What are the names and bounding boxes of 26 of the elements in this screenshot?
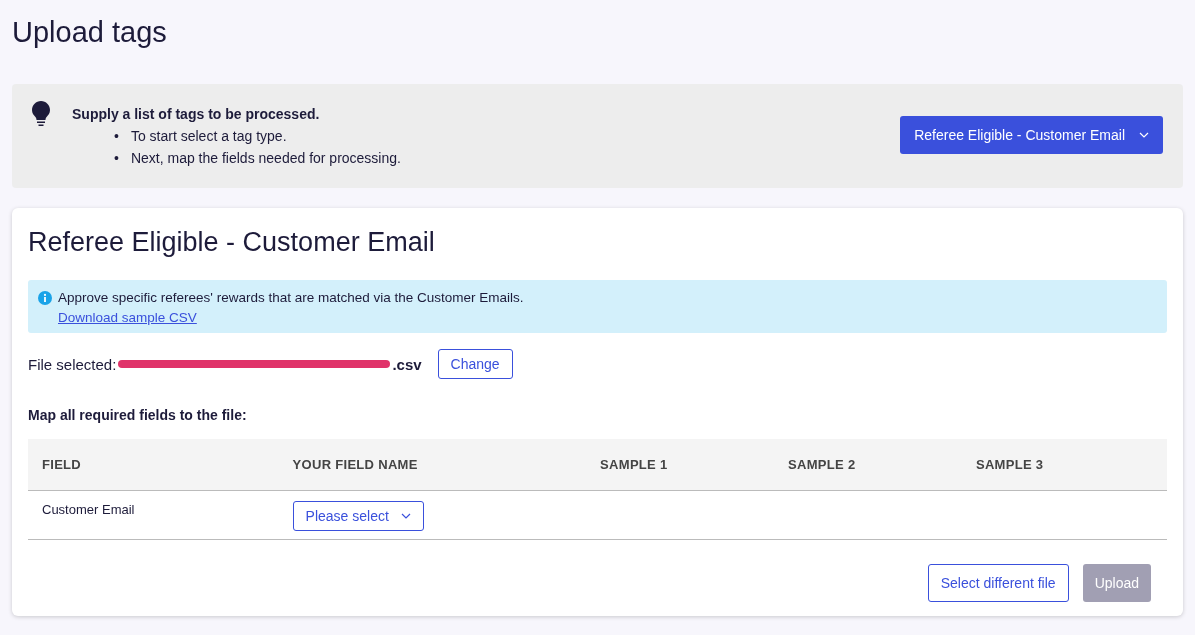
instructions-heading: Supply a list of tags to be processed.	[72, 106, 321, 122]
select-file-button[interactable]: Select different file	[927, 564, 1069, 602]
chevron-down-icon	[400, 513, 411, 519]
page-title: Upload tags	[12, 15, 168, 50]
chevron-down-icon	[1139, 132, 1149, 138]
column-header: SAMPLE 2	[774, 439, 962, 491]
tag-type-dropdown[interactable]: Referee Eligible - Customer Email	[900, 116, 1163, 154]
change-button[interactable]: Change	[437, 349, 513, 379]
table-cell-text: Customer Email	[42, 501, 136, 517]
column-header: SAMPLE 1	[586, 439, 774, 491]
instruction-step: To start select a tag type.	[130, 125, 287, 147]
bullet: •	[114, 149, 119, 168]
file-label: File selected:	[28, 355, 117, 373]
lightbulb-icon	[32, 101, 50, 127]
column-header: SAMPLE 3	[961, 439, 1167, 491]
download-link[interactable]: Download sample CSV	[58, 310, 197, 325]
bullet: •	[114, 127, 119, 146]
instruction-step: Next, map the fields needed for processing.	[130, 147, 401, 169]
column-header: YOUR FIELD NAME	[278, 439, 587, 491]
map-heading: Map all required fields to the file:	[28, 407, 248, 423]
column-header: FIELD	[28, 439, 279, 491]
notice-text: Approve specific referees' rewards that are matched via the Customer Emails.	[58, 289, 524, 307]
card-title: Referee Eligible - Customer Email	[28, 226, 436, 259]
file-name: .csv	[392, 355, 422, 373]
field-select[interactable]: Please select	[292, 501, 424, 531]
info-icon	[38, 291, 52, 305]
